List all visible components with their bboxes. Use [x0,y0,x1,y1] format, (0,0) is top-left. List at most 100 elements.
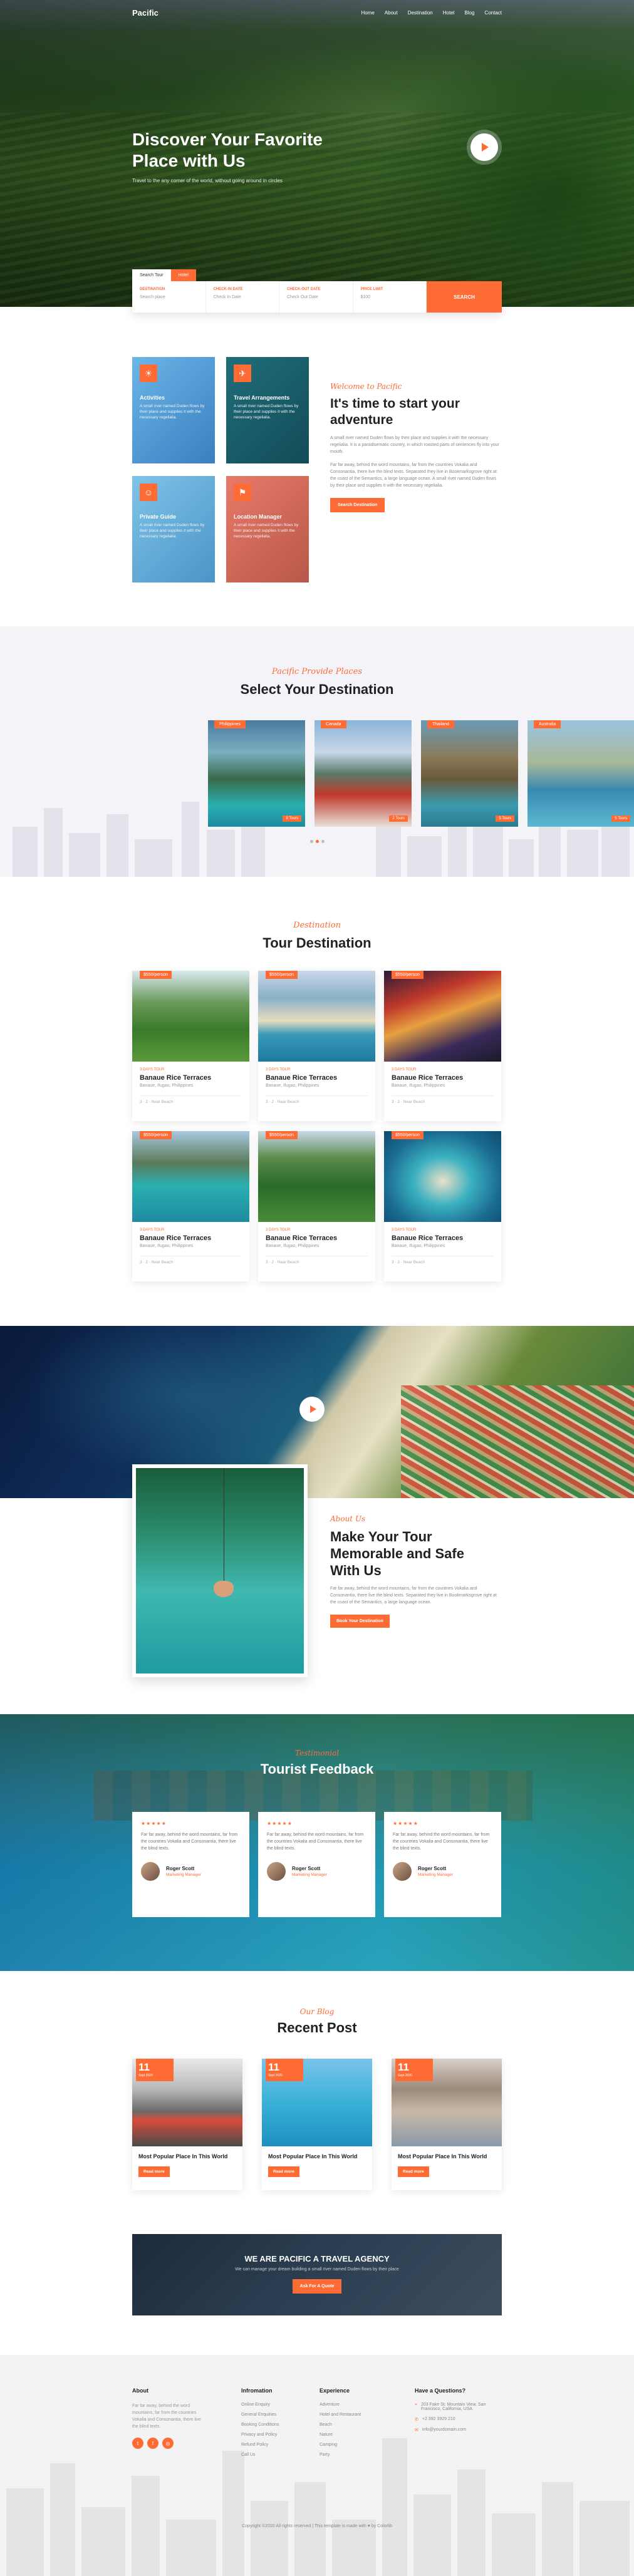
about-title: It's time to start your adventure [330,396,460,427]
destination-card[interactable]: Philippines 8 Tours [208,720,305,827]
search-destination-button[interactable]: Search Destination [330,498,385,512]
checkout-field[interactable]: CHECK-OUT DATE Check Out Date [279,281,353,313]
footer-link[interactable]: Hotel and Restaurant [320,2413,388,2417]
blog-card[interactable]: 11 Sept 2020 Most Popular Place In This W… [262,2059,372,2190]
copyright: Copyright ©2020 All rights reserved | Th… [242,2524,392,2528]
play-video-button[interactable] [299,1397,325,1422]
destination-card[interactable]: Thailand 5 Tours [421,720,518,827]
tab-hotel[interactable]: Hotel [170,269,196,281]
tab-search-tour[interactable]: Search Tour [132,269,171,281]
search-panel: Search Tour Hotel DESTINATION Search plac… [132,269,502,318]
footer-link[interactable]: General Enquiries [241,2413,310,2417]
destination-field[interactable]: DESTINATION Search place [132,281,206,313]
read-more-button[interactable]: Read more [138,2166,170,2177]
feature-card-activities[interactable]: ☀ Activities A small river named Duden fl… [132,357,215,463]
email-link[interactable]: info@yourdomain.com [422,2428,466,2433]
about-script: Welcome to Pacific [330,382,402,391]
play-video-button[interactable] [470,133,498,161]
phone-link[interactable]: +2 392 3929 210 [422,2417,455,2422]
hero-section: Pacific Home About Destination Hotel Blo… [0,0,634,307]
tour-card[interactable]: $550/person 3 DAYS TOUR Banaue Rice Terra… [132,1131,249,1281]
nav-hotel[interactable]: Hotel [443,10,455,16]
activity-icon: ☀ [140,365,157,382]
play-icon [482,143,489,152]
ask-quote-button[interactable]: Ask For A Quote [292,2279,342,2294]
avatar [141,1862,160,1881]
about-paragraph-1: A small river named Duden flows by their… [330,436,499,454]
rating-stars: ★★★★★ [141,1821,167,1826]
footer-information: Infromation Online Enquiry General Enqui… [241,2387,310,2463]
tour-card[interactable]: $550/person 3 DAYS TOUR Banaue Rice Terra… [384,1131,501,1281]
swing-photo [132,1464,308,1677]
tour-card[interactable]: $550/person 3 DAYS TOUR Banaue Rice Terra… [384,971,501,1121]
instagram-icon[interactable]: ◎ [162,2438,174,2449]
guide-icon: ☺ [140,484,157,501]
destinations-header: Pacific Provide Places Select Your Desti… [0,667,634,698]
testimonials-title: Tourist Feedback [260,1761,374,1777]
nav-blog[interactable]: Blog [464,10,474,16]
nav-about[interactable]: About [385,10,398,16]
blog-card[interactable]: 11 Sept 2020 Most Popular Place In This W… [392,2059,502,2190]
footer-link[interactable]: Refund Policy [241,2443,310,2447]
nav-contact[interactable]: Contact [484,10,502,16]
hero-text: Discover Your Favorite Place with Us Trav… [132,129,358,184]
tour-card[interactable]: $550/person 3 DAYS TOUR Banaue Rice Terra… [258,1131,375,1281]
testimonials-header: Testimonial Tourist Feedback [0,1749,634,1777]
feature-cards: ☀ Activities A small river named Duden fl… [132,357,311,582]
cta-text: We can manage your dream building a smal… [235,2267,399,2272]
footer-link[interactable]: Online Enquiry [241,2403,310,2407]
footer-link[interactable]: Adventure [320,2403,388,2407]
main-nav: Pacific Home About Destination Hotel Blo… [132,6,502,19]
footer [0,2355,634,2576]
tour-card[interactable]: $550/person 3 DAYS TOUR Banaue Rice Terra… [132,971,249,1121]
footer-link[interactable]: Beach [320,2423,388,2427]
feature-card-guide[interactable]: ☺ Private Guide A small river named Duden… [132,476,215,582]
read-more-button[interactable]: Read more [398,2166,429,2177]
destination-card[interactable]: Canada 2 Tours [314,720,412,827]
footer-link[interactable]: Nature [320,2433,388,2437]
rating-stars: ★★★★★ [393,1821,418,1826]
read-more-button[interactable]: Read more [268,2166,299,2177]
search-button[interactable]: SEARCH [427,281,502,313]
rating-stars: ★★★★★ [267,1821,293,1826]
testimonial-card: ★★★★★ Far far away, behind the word moun… [384,1812,501,1917]
footer-link[interactable]: Booking Conditions [241,2423,310,2427]
footer-link[interactable]: Camping [320,2443,388,2447]
checkin-field[interactable]: CHECK-IN DATE Check In Date [206,281,279,313]
price-limit-field[interactable]: PRICE LIMIT $100 [353,281,427,313]
destination-card[interactable]: Australia 5 Tours [527,720,634,827]
nav-home[interactable]: Home [361,10,374,16]
phone-icon: ✆ [415,2418,418,2422]
book-destination-button[interactable]: Book Your Destination [330,1615,390,1628]
footer-link[interactable]: Party [320,2453,388,2457]
blog-card[interactable]: 11 Sept 2020 Most Popular Place In This W… [132,2059,242,2190]
footer-link[interactable]: Privacy and Policy [241,2433,310,2437]
site-logo[interactable]: Pacific [132,8,158,18]
play-icon [309,1405,316,1413]
map-icon: ⚑ [234,484,251,501]
twitter-icon[interactable]: t [132,2438,143,2449]
destinations-section: Pacific Provide Places Select Your Desti… [0,626,634,877]
safe-tour-text: About Us Make Your Tour Memorable and Saf… [330,1514,499,1628]
feature-card-travel[interactable]: ✈ Travel Arrangements A small river named… [226,357,309,463]
avatar [393,1862,412,1881]
nav-destination[interactable]: Destination [408,10,433,16]
footer-link[interactable]: Call Us [241,2453,310,2457]
travel-icon: ✈ [234,365,251,382]
carousel-dots[interactable] [0,836,634,845]
about-paragraph-2: Far far away, behind the word mountains,… [330,463,497,488]
avatar [267,1862,286,1881]
safe-tour-title: Make Your Tour Memorable and Safe With Us [330,1529,464,1578]
blog-header: Our Blog Recent Post [0,2007,634,2036]
facebook-icon[interactable]: f [147,2438,158,2449]
footer-contact: Have a Questions? ⌖ 203 Fake St. Mountain… [415,2387,486,2433]
tours-header: Destination Tour Destination [0,921,634,951]
email-icon: ✉ [415,2428,418,2433]
hero-title: Discover Your Favorite Place with Us [132,130,323,170]
feature-card-location[interactable]: ⚑ Location Manager A small river named Du… [226,476,309,582]
destinations-title: Select Your Destination [240,681,394,697]
blog-title: Recent Post [277,2020,357,2035]
cta-title: WE ARE PACIFIC A TRAVEL AGENCY [244,2254,390,2263]
tour-card[interactable]: $550/person 3 DAYS TOUR Banaue Rice Terra… [258,971,375,1121]
footer-about: About Far far away, behind the word mount… [132,2387,207,2449]
